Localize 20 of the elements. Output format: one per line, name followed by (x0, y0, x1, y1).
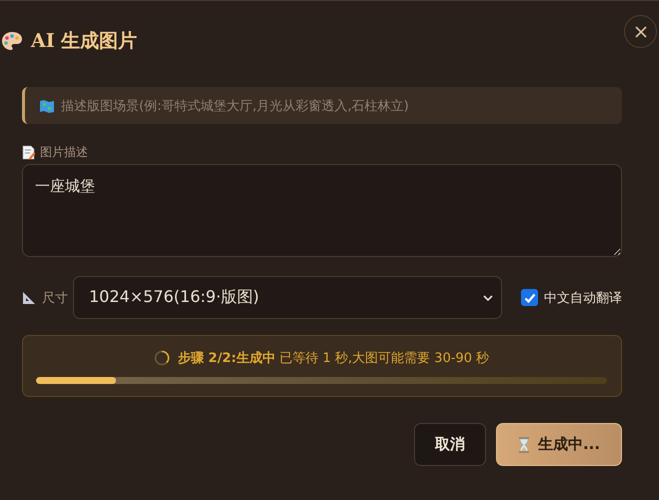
palette-icon (1, 31, 23, 51)
chevron-down-icon (483, 294, 493, 300)
translate-checkbox[interactable] (521, 289, 538, 306)
ruler-triangle-icon (22, 290, 36, 304)
hourglass-icon (518, 436, 530, 452)
description-field[interactable]: 一座城堡 (22, 164, 622, 257)
close-button[interactable] (624, 15, 657, 48)
generate-button[interactable]: 生成中... (496, 423, 622, 466)
checkbox-label: 中文自动翻译 (544, 290, 622, 306)
spinner-icon (154, 350, 170, 366)
dialog-title: AI 生成图片 (31, 29, 138, 54)
hint-text: 描述版图场景(例:哥特式城堡大厅,月光从彩窗透入,石柱林立) (61, 98, 409, 114)
field-label: 图片描述 (40, 144, 88, 160)
close-icon (634, 24, 648, 38)
cancel-button[interactable]: 取消 (414, 423, 486, 466)
progress-status: 步骤 2/2:生成中 已等待 1 秒,大图可能需要 30-90 秒 (178, 350, 490, 367)
size-label: 尺寸 (42, 290, 68, 306)
document-icon (22, 144, 35, 160)
map-icon (39, 98, 55, 112)
size-select[interactable]: 1024×576(16:9·版图) (73, 276, 502, 319)
